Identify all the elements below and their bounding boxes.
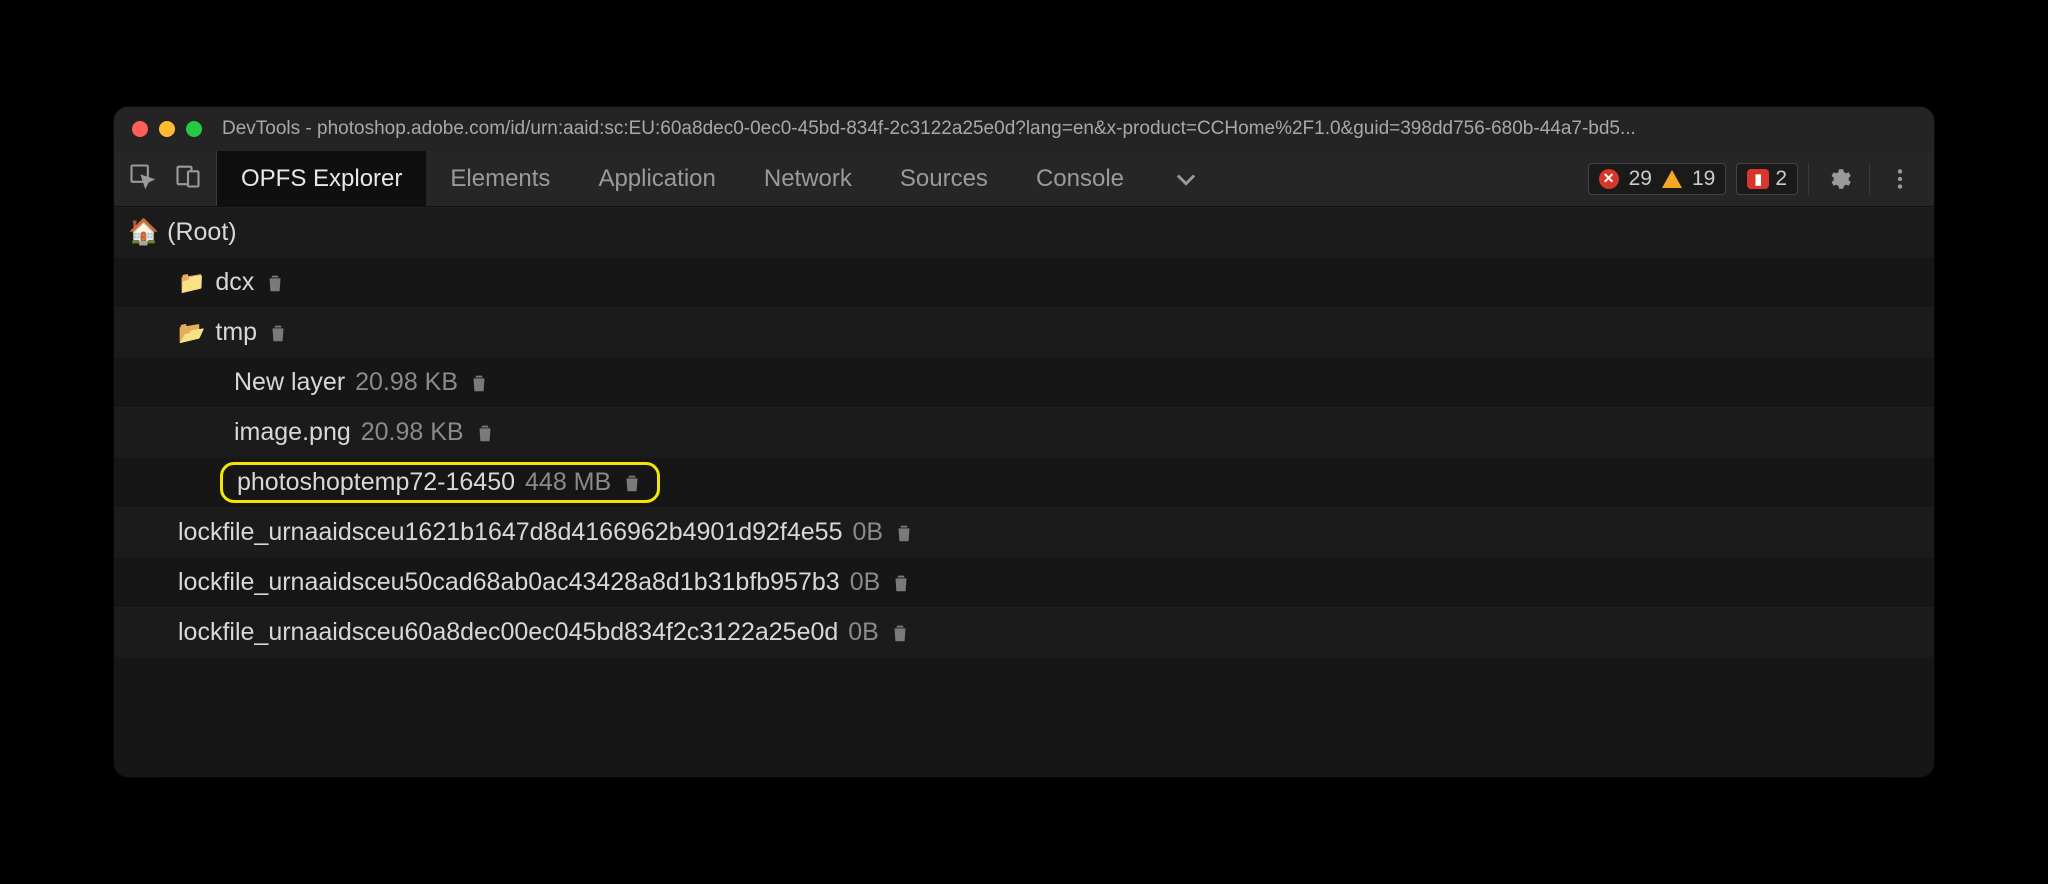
- tree-file-imagepng[interactable]: image.png 20.98 KB: [114, 407, 1934, 457]
- tree-file-newlayer[interactable]: New layer 20.98 KB: [114, 357, 1934, 407]
- tab-console[interactable]: Console: [1012, 151, 1148, 206]
- tree-file-pstemp[interactable]: photoshoptemp72-16450 448 MB: [114, 457, 1934, 507]
- folder-icon: 📁: [178, 270, 205, 296]
- devtools-toolbar: OPFS Explorer Elements Application Netwo…: [114, 151, 1934, 207]
- file-size: 0B: [853, 518, 884, 547]
- delete-button[interactable]: [474, 422, 496, 444]
- delete-button[interactable]: [890, 572, 912, 594]
- maximize-button[interactable]: [186, 121, 202, 137]
- tree-folder-dcx[interactable]: 📁 dcx: [114, 257, 1934, 307]
- tab-strip: OPFS Explorer Elements Application Netwo…: [217, 151, 1224, 206]
- tab-sources[interactable]: Sources: [876, 151, 1012, 206]
- file-size: 0B: [850, 568, 881, 597]
- window-title: DevTools - photoshop.adobe.com/id/urn:aa…: [222, 118, 1916, 140]
- delete-button[interactable]: [267, 322, 289, 344]
- error-warning-badge[interactable]: ✕ 29 19: [1588, 163, 1727, 195]
- tree-file-lock3[interactable]: lockfile_urnaaidsceu60a8dec00ec045bd834f…: [114, 607, 1934, 657]
- file-size: 20.98 KB: [355, 368, 458, 397]
- tree-folder-tmp[interactable]: 📂 tmp: [114, 307, 1934, 357]
- folder-name: dcx: [215, 268, 254, 297]
- file-name: lockfile_urnaaidsceu1621b1647d8d4166962b…: [178, 518, 843, 547]
- issues-badge[interactable]: ▮ 2: [1736, 163, 1798, 195]
- more-button[interactable]: [1880, 159, 1920, 199]
- warning-count: 19: [1692, 167, 1715, 191]
- toolbar-left: [114, 151, 217, 206]
- highlighted-file: photoshoptemp72-16450 448 MB: [220, 462, 660, 503]
- file-name: lockfile_urnaaidsceu50cad68ab0ac43428a8d…: [178, 568, 840, 597]
- tab-network[interactable]: Network: [740, 151, 876, 206]
- tab-application[interactable]: Application: [574, 151, 739, 206]
- tree-root[interactable]: 🏠 (Root): [114, 207, 1934, 257]
- separator: [1869, 163, 1870, 195]
- tab-elements[interactable]: Elements: [426, 151, 574, 206]
- warning-icon: [1662, 170, 1682, 188]
- root-label: (Root): [167, 218, 236, 247]
- inspect-element-icon[interactable]: [128, 162, 156, 195]
- error-icon: ✕: [1599, 169, 1619, 189]
- opfs-tree: 🏠 (Root) 📁 dcx 📂 tmp New layer 20.98 KB: [114, 207, 1934, 777]
- tab-overflow[interactable]: [1148, 151, 1224, 206]
- tab-opfs-explorer[interactable]: OPFS Explorer: [217, 151, 426, 206]
- file-name: image.png: [234, 418, 351, 447]
- minimize-button[interactable]: [159, 121, 175, 137]
- empty-space: [114, 657, 1934, 777]
- file-size: 448 MB: [525, 468, 611, 497]
- file-name: New layer: [234, 368, 345, 397]
- tree-file-lock1[interactable]: lockfile_urnaaidsceu1621b1647d8d4166962b…: [114, 507, 1934, 557]
- file-size: 0B: [848, 618, 879, 647]
- error-count: 29: [1629, 167, 1652, 191]
- tree-file-lock2[interactable]: lockfile_urnaaidsceu50cad68ab0ac43428a8d…: [114, 557, 1934, 607]
- folder-name: tmp: [215, 318, 257, 347]
- devtools-window: DevTools - photoshop.adobe.com/id/urn:aa…: [114, 107, 1934, 777]
- delete-button[interactable]: [893, 522, 915, 544]
- file-name: lockfile_urnaaidsceu60a8dec00ec045bd834f…: [178, 618, 838, 647]
- delete-button[interactable]: [889, 622, 911, 644]
- issues-count: 2: [1775, 167, 1787, 191]
- device-toggle-icon[interactable]: [174, 162, 202, 195]
- file-name: photoshoptemp72-16450: [237, 468, 515, 497]
- delete-button[interactable]: [468, 372, 490, 394]
- folder-open-icon: 📂: [178, 320, 205, 346]
- separator: [1808, 163, 1809, 195]
- delete-button[interactable]: [264, 272, 286, 294]
- delete-button[interactable]: [621, 472, 643, 494]
- close-button[interactable]: [132, 121, 148, 137]
- file-size: 20.98 KB: [361, 418, 464, 447]
- settings-button[interactable]: [1819, 159, 1859, 199]
- window-controls: [132, 121, 202, 137]
- issue-icon: ▮: [1747, 169, 1769, 189]
- house-icon: 🏠: [128, 218, 159, 247]
- toolbar-right: ✕ 29 19 ▮ 2: [1574, 151, 1934, 206]
- titlebar: DevTools - photoshop.adobe.com/id/urn:aa…: [114, 107, 1934, 151]
